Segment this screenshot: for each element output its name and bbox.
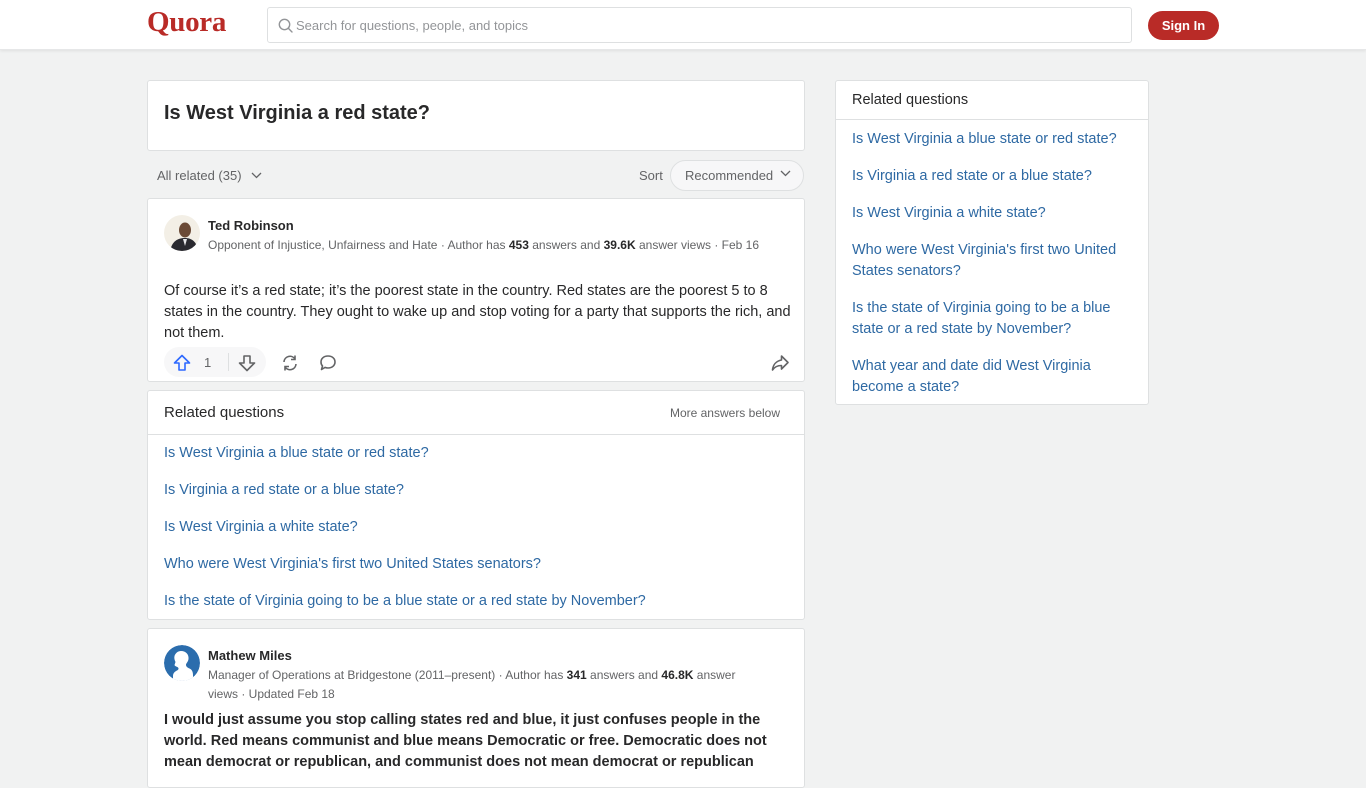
quora-logo[interactable]: Quora: [147, 6, 226, 39]
chevron-down-icon: [251, 172, 262, 179]
related-questions-list: Is West Virginia a blue state or red sta…: [164, 444, 646, 629]
related-question-link[interactable]: Who were West Virginia's first two Unite…: [164, 555, 646, 592]
default-profile-silhouette-icon: [164, 645, 200, 681]
question-title: Is West Virginia a red state?: [164, 102, 431, 124]
chevron-down-icon: [780, 170, 791, 177]
sort-value: Recommended: [685, 168, 774, 183]
related-questions-title: Related questions: [164, 404, 285, 421]
vote-pill: 1: [164, 347, 266, 377]
sign-in-button[interactable]: Sign In: [1148, 11, 1219, 40]
related-question-link[interactable]: Is West Virginia a blue state or red sta…: [164, 444, 646, 481]
reshare-button[interactable]: [280, 353, 300, 373]
answer-card: Ted Robinson Opponent of Injustice, Unfa…: [147, 198, 805, 382]
credential-sep: answer views ·: [635, 238, 722, 252]
downvote-arrow-icon: [238, 355, 256, 372]
credential-text: Opponent of Injustice, Unfairness and Ha…: [208, 238, 438, 252]
reshare-icon: [283, 355, 297, 371]
sidebar-related-link[interactable]: Is West Virginia a blue state or red sta…: [852, 129, 1136, 150]
credential-sep: answers and: [586, 668, 662, 682]
all-related-dropdown[interactable]: All related (35): [157, 168, 262, 183]
answers-count: 453: [508, 238, 529, 252]
answers-count: 341: [566, 668, 587, 682]
answer-views: 46.8K: [661, 668, 694, 682]
answer-body: I would just assume you stop calling sta…: [164, 712, 767, 770]
upvote-count: 1: [204, 355, 212, 370]
upvote-arrow-icon: [173, 354, 191, 371]
author-avatar[interactable]: [164, 645, 200, 681]
sidebar-related-link[interactable]: Who were West Virginia's first two Unite…: [852, 240, 1136, 282]
share-button[interactable]: [770, 353, 790, 373]
answer-filter-bar: All related (35) Sort Recommended: [147, 158, 805, 193]
answer-actions: 1: [164, 347, 790, 377]
sidebar-related-title: Related questions: [852, 92, 969, 108]
all-related-label: All related (35): [157, 168, 242, 183]
top-nav-bar: Quora Sign In: [0, 0, 1366, 50]
author-name[interactable]: Mathew Miles: [208, 648, 292, 663]
more-answers-below-label: More answers below: [669, 406, 780, 420]
answer-views: 39.6K: [603, 238, 636, 252]
answer-body: Of course it’s a red state; it’s the poo…: [164, 283, 791, 341]
comment-button[interactable]: [318, 353, 338, 373]
vote-divider: [228, 353, 229, 371]
answer-date[interactable]: Updated Feb 18: [249, 687, 335, 701]
sidebar-related-link[interactable]: Is West Virginia a white state?: [852, 203, 1136, 224]
author-photo: [164, 215, 200, 251]
credential-text: Manager of Operations at Bridgestone (20…: [208, 668, 496, 682]
sidebar-related-list: Is West Virginia a blue state or red sta…: [852, 129, 1136, 414]
sort-dropdown[interactable]: Recommended: [670, 160, 804, 191]
search-box[interactable]: [267, 7, 1132, 43]
question-card: Is West Virginia a red state?: [147, 80, 805, 151]
sort-label: Sort: [639, 168, 663, 183]
share-arrow-icon: [771, 355, 789, 371]
search-icon: [278, 18, 293, 33]
upvote-button[interactable]: [172, 353, 192, 373]
answer-card: Mathew Miles Manager of Operations at Br…: [147, 628, 805, 788]
author-credential: Opponent of Injustice, Unfairness and Ha…: [208, 236, 768, 255]
related-question-link[interactable]: Is West Virginia a white state?: [164, 518, 646, 555]
related-questions-header: Related questions More answers below: [148, 391, 804, 435]
author-name[interactable]: Ted Robinson: [208, 218, 294, 233]
credential-sep: answers and: [528, 238, 604, 252]
author-avatar[interactable]: [164, 215, 200, 251]
downvote-button[interactable]: [237, 353, 257, 373]
search-input[interactable]: [296, 8, 1116, 42]
related-question-link[interactable]: Is Virginia a red state or a blue state?: [164, 481, 646, 518]
sidebar-related-link[interactable]: Is the state of Virginia going to be a b…: [852, 298, 1136, 340]
credential-sep: · Author has: [495, 668, 567, 682]
author-credential: Manager of Operations at Bridgestone (20…: [208, 666, 768, 704]
sidebar-related-header: Related questions: [836, 81, 1148, 120]
related-question-link[interactable]: Is the state of Virginia going to be a b…: [164, 592, 646, 629]
comment-bubble-icon: [320, 355, 336, 371]
sidebar-related-questions: Related questions Is West Virginia a blu…: [835, 80, 1149, 405]
inline-related-questions: Related questions More answers below Is …: [147, 390, 805, 620]
answer-date[interactable]: Feb 16: [722, 238, 759, 252]
sidebar-related-link[interactable]: What year and date did West Virginia bec…: [852, 356, 1136, 398]
credential-sep: · Author has: [437, 238, 509, 252]
sidebar-related-link[interactable]: Is Virginia a red state or a blue state?: [852, 166, 1136, 187]
